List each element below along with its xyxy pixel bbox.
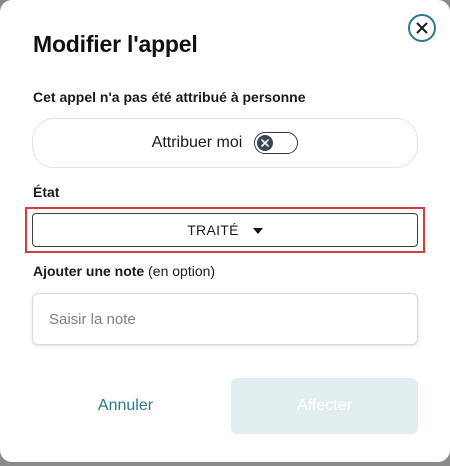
cancel-button[interactable]: Annuler (32, 378, 219, 434)
note-label: Ajouter une note (en option) (33, 263, 215, 279)
note-label-main: Ajouter une note (33, 263, 145, 279)
toggle-knob (257, 134, 274, 151)
caret-down-icon (252, 228, 263, 234)
close-button[interactable] (408, 14, 436, 42)
assign-me-container: Attribuer moi (32, 118, 418, 168)
state-select[interactable]: TRAITÉ (32, 213, 418, 247)
assign-me-toggle[interactable] (254, 132, 299, 154)
toggle-off-icon (261, 138, 270, 147)
edit-call-modal: Modifier l'appel Cet appel n'a pas été a… (0, 0, 450, 462)
note-input[interactable] (32, 293, 418, 345)
modal-title: Modifier l'appel (33, 31, 198, 57)
submit-assign-button[interactable]: Affecter (231, 378, 418, 434)
state-label: État (33, 184, 60, 200)
state-selected-value: TRAITÉ (187, 222, 239, 238)
assignment-status-text: Cet appel n'a pas été attribué à personn… (33, 89, 306, 105)
assign-me-label: Attribuer moi (151, 134, 243, 151)
note-label-optional: (en option) (144, 263, 216, 279)
close-icon (416, 22, 428, 34)
